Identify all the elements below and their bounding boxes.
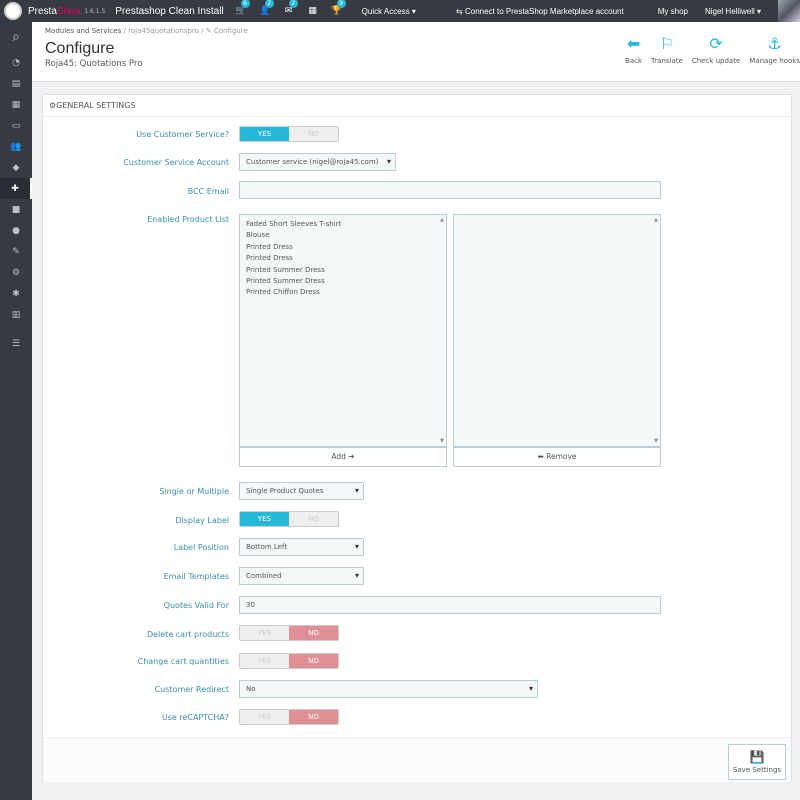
back-button[interactable]: ⬅ Back (625, 34, 642, 65)
quotes-valid-for-label: Quotes Valid For (163, 601, 229, 610)
save-settings-button[interactable]: 💾 Save Settings (728, 744, 786, 780)
scrollbar[interactable]: ▲ ▼ (438, 215, 446, 446)
available-products-list[interactable]: Faded Short Sleeves T-shirt Blouse Print… (239, 214, 447, 447)
change-cart-quantities-label: Change cart quantities (137, 657, 229, 666)
list-item[interactable]: Printed Summer Dress (246, 265, 440, 276)
messages-badge: 2 (288, 0, 298, 8)
flag-icon: ⚐ (659, 34, 675, 53)
customers-icon[interactable]: 👥 (0, 136, 32, 157)
catalog-icon[interactable]: ▤ (0, 73, 32, 94)
bcc-email-input[interactable] (239, 181, 661, 199)
version-label: 1.6.1.5 (84, 7, 106, 15)
avatar[interactable] (778, 0, 800, 22)
advanced-icon[interactable]: ⚙ (0, 262, 32, 283)
user-icon[interactable]: 👤 2 (258, 0, 274, 17)
customer-redirect-select[interactable]: No (239, 680, 538, 698)
marketplace-link[interactable]: ⇆ Connect to PrestaShop Marketplace acco… (456, 7, 641, 16)
top-bar: PrestaShop 1.6.1.5 Prestashop Clean Inst… (0, 0, 800, 22)
modules-icon[interactable]: ✚ (0, 178, 32, 199)
customer-redirect-label: Customer Redirect (154, 685, 229, 694)
list-item[interactable]: Printed Chiffon Dress (246, 287, 440, 298)
quotes-valid-for-input[interactable]: 30 (239, 596, 661, 614)
shipping-icon[interactable]: ■ (0, 199, 32, 220)
delete-cart-products-label: Delete cart products (146, 630, 229, 639)
change-cart-quantities-switch[interactable]: YES NO (239, 653, 339, 669)
brand-name: PrestaShop (28, 5, 81, 17)
orders-icon[interactable]: ▦ (0, 94, 32, 115)
label-position-select[interactable]: Bottom Left (239, 538, 364, 556)
calculator-icon[interactable]: ▦ (306, 5, 320, 17)
trophy-icon[interactable]: 🏆 9 (330, 0, 346, 17)
breadcrumb-modules[interactable]: Modules and Services (45, 27, 121, 35)
list-item[interactable]: Printed Dress (246, 242, 440, 253)
list-item[interactable]: Faded Short Sleeves T-shirt (246, 219, 440, 230)
email-templates-select[interactable]: Combined (239, 567, 364, 585)
refresh-icon: ⟳ (709, 34, 723, 53)
panel-heading: ⚙ GENERAL SETTINGS (43, 95, 791, 117)
cogs-icon: ⚙ (49, 101, 57, 110)
delete-cart-products-switch[interactable]: YES NO (239, 625, 339, 641)
remove-button[interactable]: ⬅ Remove (453, 447, 661, 467)
display-label-switch[interactable]: YES NO (239, 511, 339, 527)
breadcrumb: Modules and Services / roja45quotationsp… (45, 27, 248, 35)
check-update-button[interactable]: ⟳ Check update (692, 34, 740, 65)
bcc-email-label: BCC Email (187, 187, 229, 196)
localization-icon[interactable]: ● (0, 220, 32, 241)
sidebar: ⌕ ◔ ▤ ▦ ▭ 👥 ◆ ✚ ■ ● ✎ ⚙ ✱ ▥ ☰ (0, 22, 32, 800)
cart-icon[interactable]: 🛒 6 (234, 0, 250, 17)
manage-hooks-button[interactable]: ⚓ Manage hooks (749, 34, 800, 65)
orders-badge: 6 (240, 0, 250, 8)
trophy-badge: 9 (336, 0, 346, 8)
use-recaptcha-label: Use reCAPTCHA? (161, 713, 229, 722)
dashboard-icon[interactable]: ◔ (0, 52, 32, 73)
administration-icon[interactable]: ✱ (0, 283, 32, 304)
translate-button[interactable]: ⚐ Translate (651, 34, 683, 65)
breadcrumb-configure: Configure (213, 27, 248, 35)
label-position-label: Label Position (173, 543, 229, 552)
payment-icon[interactable]: ▭ (0, 115, 32, 136)
email-templates-label: Email Templates (163, 572, 229, 581)
my-shop-link[interactable]: My shop (658, 7, 688, 16)
quick-access-menu[interactable]: Quick Access ▾ (362, 7, 416, 16)
display-label-label: Display Label (175, 516, 229, 525)
list-item[interactable]: Blouse (246, 230, 440, 241)
use-customer-service-switch[interactable]: YES NO (239, 126, 339, 142)
customers-badge: 2 (264, 0, 274, 8)
store-name[interactable]: Prestashop Clean Install (115, 6, 223, 17)
anchor-icon: ⚓ (767, 34, 782, 53)
prestashop-logo[interactable] (0, 0, 26, 22)
stats-icon[interactable]: ▥ (0, 304, 32, 325)
toolbar: ⬅ Back ⚐ Translate ⟳ Check update ⚓ Mana… (616, 34, 800, 65)
list-item[interactable]: Printed Summer Dress (246, 276, 440, 287)
single-or-multiple-select[interactable]: Single Product Quotes (239, 482, 364, 500)
panel-footer: 💾 Save Settings (43, 737, 791, 782)
general-settings-panel: ⚙ GENERAL SETTINGS Use Customer Service?… (42, 94, 792, 782)
menu-collapse-icon[interactable]: ☰ (0, 333, 32, 354)
page-header: Modules and Services / roja45quotationsp… (32, 22, 800, 82)
envelope-icon[interactable]: ✉ 2 (282, 0, 298, 17)
list-item[interactable]: Printed Dress (246, 253, 440, 264)
price-rules-icon[interactable]: ◆ (0, 157, 32, 178)
selected-products-list[interactable]: ▲ ▼ (453, 214, 661, 447)
floppy-disk-icon: 💾 (749, 750, 765, 764)
customer-service-account-label: Customer Service Account (123, 158, 229, 167)
preferences-icon[interactable]: ✎ (0, 241, 32, 262)
breadcrumb-module[interactable]: roja45quotationspro (128, 27, 199, 35)
scrollbar[interactable]: ▲ ▼ (652, 215, 660, 446)
single-or-multiple-label: Single or Multiple (159, 487, 229, 496)
add-button[interactable]: Add ➔ (239, 447, 447, 467)
page-title: Configure (45, 40, 115, 57)
back-arrow-icon: ⬅ (626, 34, 641, 53)
use-customer-service-label: Use Customer Service? (136, 130, 229, 139)
user-menu[interactable]: Nigel Helliwell ▾ (705, 7, 761, 16)
search-icon[interactable]: ⌕ (0, 22, 32, 52)
customer-service-account-select[interactable]: Customer service (nigel@roja45.com) (239, 153, 396, 171)
enabled-product-list-label: Enabled Product List (147, 215, 229, 224)
use-recaptcha-switch[interactable]: YES NO (239, 709, 339, 725)
page-subtitle: Roja45: Quotations Pro (45, 59, 143, 69)
